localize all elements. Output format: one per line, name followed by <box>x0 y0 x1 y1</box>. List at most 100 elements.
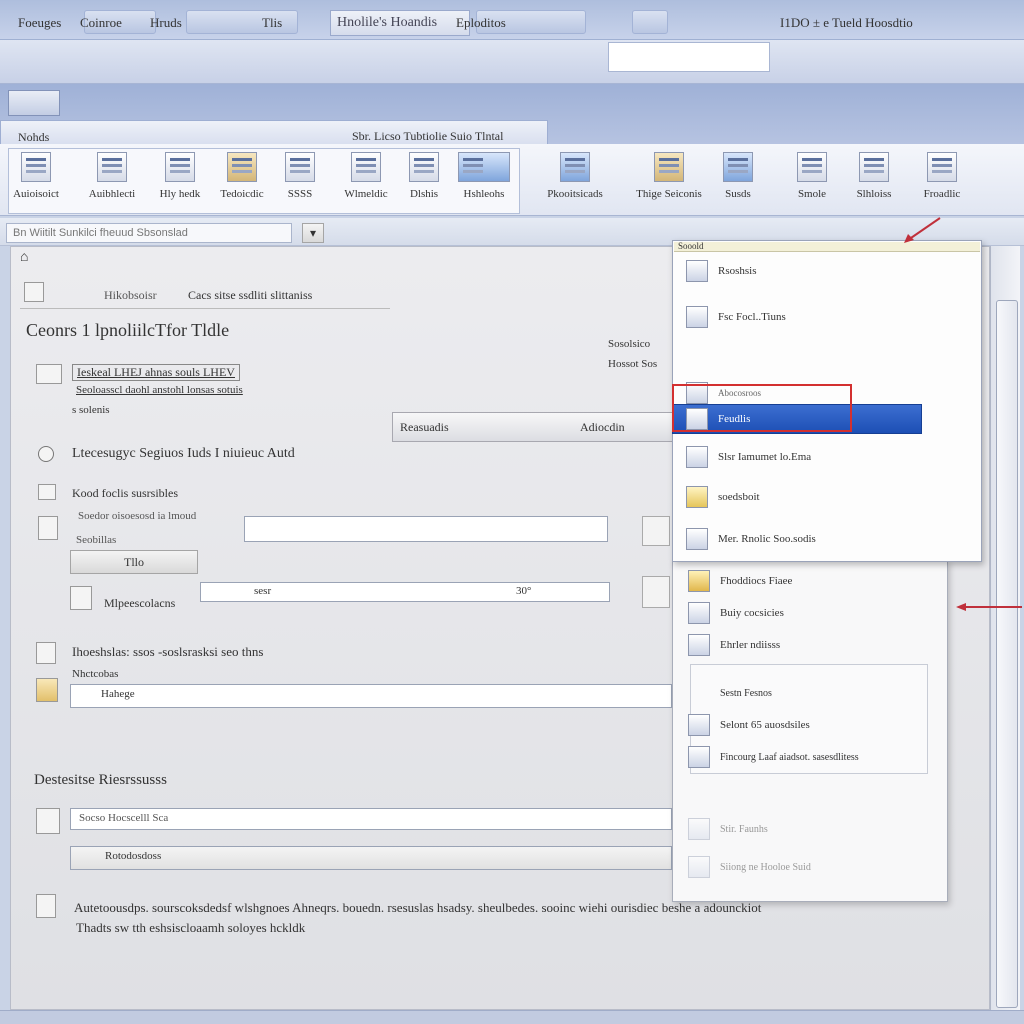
ribbon-button-6[interactable]: Wlmeldic <box>334 152 398 210</box>
ribbon-button-1[interactable]: Auioisoict <box>4 152 68 210</box>
menu-search-input[interactable] <box>608 42 770 72</box>
dropdown-item-12[interactable]: Fincourg Laaf aiadsot. sasesdlitess <box>676 744 859 770</box>
section-2-title: Destesitse Riesrssusss <box>34 772 167 788</box>
check-icon <box>351 152 381 182</box>
menu-item-eploditos[interactable]: Eploditos <box>456 12 506 34</box>
file-icon <box>38 516 58 540</box>
image-icon <box>723 152 753 182</box>
status-bar <box>0 1010 1024 1024</box>
dropdown-item-5[interactable]: soedsboit <box>674 484 760 510</box>
red-arrow-top-icon <box>904 217 941 243</box>
window-icon <box>458 152 510 182</box>
checkbox[interactable] <box>36 894 56 918</box>
page-icon <box>686 528 708 550</box>
arrow-annotation-top <box>900 216 944 244</box>
field-a[interactable]: Socso Hocscelll Sca <box>70 808 672 830</box>
ribbon-button-2[interactable]: Auibhlecti <box>80 152 144 210</box>
row-2-sub: Soedor oisoesosd ia lmoud <box>78 510 197 522</box>
menu-item-coinroe[interactable]: Coinroe <box>80 12 122 34</box>
form-icon <box>686 306 708 328</box>
book-icon <box>654 152 684 182</box>
gear-icon <box>688 634 710 656</box>
notes-icon <box>227 152 257 182</box>
grid-small-icon <box>38 484 56 500</box>
menu-item-tlis[interactable]: Tlis <box>262 12 282 34</box>
row-2-sub2: Seobillas <box>76 534 117 546</box>
divider <box>20 308 390 309</box>
link-line-2[interactable]: Seoloasscl daohl anstohl lonsas sotuis <box>76 384 243 396</box>
ribbon-button-8[interactable]: Hshleohs <box>448 152 520 210</box>
stack-icon <box>70 586 92 610</box>
dropdown-item-9[interactable]: Ehrler ndiisss <box>676 632 780 658</box>
ribbon-button-13[interactable]: Slhloiss <box>842 152 906 210</box>
list-small-icon <box>36 642 56 664</box>
ribbon-button-11[interactable]: Susds <box>706 152 770 210</box>
user-icon <box>686 260 708 282</box>
folder-open-icon <box>688 570 710 592</box>
server-icon <box>797 152 827 182</box>
address-dropdown-button[interactable]: ▾ <box>302 223 324 243</box>
tab-subtitle[interactable]: Sbr. Licso Tubtiolie Suio Tlntal <box>352 129 503 144</box>
table-icon <box>688 714 710 736</box>
ribbon-button-5[interactable]: SSSS <box>268 152 332 210</box>
address-input[interactable]: Bn Wiitilt Sunkilci fheuud Sbsonslad <box>6 223 292 243</box>
highlight-box <box>672 384 852 432</box>
ribbon-button-7[interactable]: Dlshis <box>392 152 456 210</box>
ribbon-button-9[interactable]: Pkooitsicads <box>540 152 610 210</box>
ribbon-button-10[interactable]: Thige Seiconis <box>628 152 710 210</box>
slider-right-value: 30° <box>516 585 532 597</box>
monitor-icon <box>686 446 708 468</box>
ribbon-button-14[interactable]: Froadlic <box>910 152 974 210</box>
slides-icon <box>859 152 889 182</box>
menu-item-foeuges[interactable]: Foeuges <box>18 12 61 34</box>
red-arrow-icon <box>956 603 1022 611</box>
folder-icon <box>36 678 58 702</box>
dropdown-item-10[interactable]: Sestn Fesnos <box>676 680 772 706</box>
dropdown-item-1[interactable]: Rsoshsis <box>674 258 757 284</box>
row-2-label: Kood foclis susrsibles <box>72 486 178 500</box>
row-4-input-value: Hahege <box>101 688 135 700</box>
inline-toolbar-button-2[interactable]: Adiocdin <box>580 420 625 435</box>
menu-bar <box>0 40 1024 84</box>
scrollbar-thumb[interactable] <box>996 300 1018 1008</box>
dropdown-item-6[interactable]: Mer. Rnolic Soo.sodis <box>674 526 816 552</box>
side-icon-1 <box>642 576 670 608</box>
spreadsheet-icon <box>927 152 957 182</box>
list-icon <box>409 152 439 182</box>
page-icon <box>24 282 44 302</box>
dropdown-item-7[interactable]: Fhoddiocs Fiaee <box>676 568 792 594</box>
ribbon-button-4[interactable]: Tedoicdic <box>210 152 274 210</box>
app-logo-icon[interactable] <box>8 90 60 116</box>
grid-icon <box>560 152 590 182</box>
field-b[interactable]: Rotodosdoss <box>70 846 672 870</box>
row-4-input[interactable]: Hahege <box>70 684 672 708</box>
dropdown-item-11[interactable]: Selont 65 auosdsiles <box>676 712 810 738</box>
row-1-label: Ltecesugyc Segiuos Iuds I niuieuc Autd <box>72 446 295 461</box>
tllo-button[interactable]: Tllo <box>70 550 198 574</box>
dropdown-item-8[interactable]: Buiy cocsicies <box>676 600 784 626</box>
dropdown-item-14[interactable]: Siiong ne Hooloe Suid <box>676 854 811 880</box>
row-4-sub: Nhctcobas <box>72 668 119 680</box>
toolbar-label[interactable]: Hikobsoisr <box>104 288 157 303</box>
document-icon <box>21 152 51 182</box>
arrow-annotation <box>956 602 1022 612</box>
title-pill-4[interactable] <box>632 10 668 34</box>
dropdown-item-2[interactable]: Fsc Focl..Tiuns <box>674 304 786 330</box>
slider-left-value: sesr <box>254 585 272 597</box>
ribbon-button-3[interactable]: Hly hedk <box>148 152 212 210</box>
pencil-icon <box>285 152 315 182</box>
folder-icon <box>686 486 708 508</box>
inline-toolbar-button-1[interactable]: Reasuadis <box>400 420 449 435</box>
ribbon-button-12[interactable]: Smole <box>780 152 844 210</box>
tab-nohds[interactable]: Nohds <box>18 130 49 145</box>
small-label: s solenis <box>72 404 110 416</box>
dropdown-item-4[interactable]: Slsr Iamumet lo.Ema <box>674 444 811 470</box>
edit-icon <box>36 808 60 834</box>
row-2-input[interactable] <box>244 516 608 542</box>
table-icon <box>97 152 127 182</box>
dropdown-item-13[interactable]: Stir. Faunhs <box>676 816 768 842</box>
link-line-1[interactable]: Ieskeal LHEJ ahnas souls LHEV <box>72 364 240 381</box>
row-3-label: Mlpeescolacns <box>104 596 176 610</box>
home-icon[interactable]: ⌂ <box>20 250 28 266</box>
menu-item-hruds[interactable]: Hruds <box>150 12 182 34</box>
